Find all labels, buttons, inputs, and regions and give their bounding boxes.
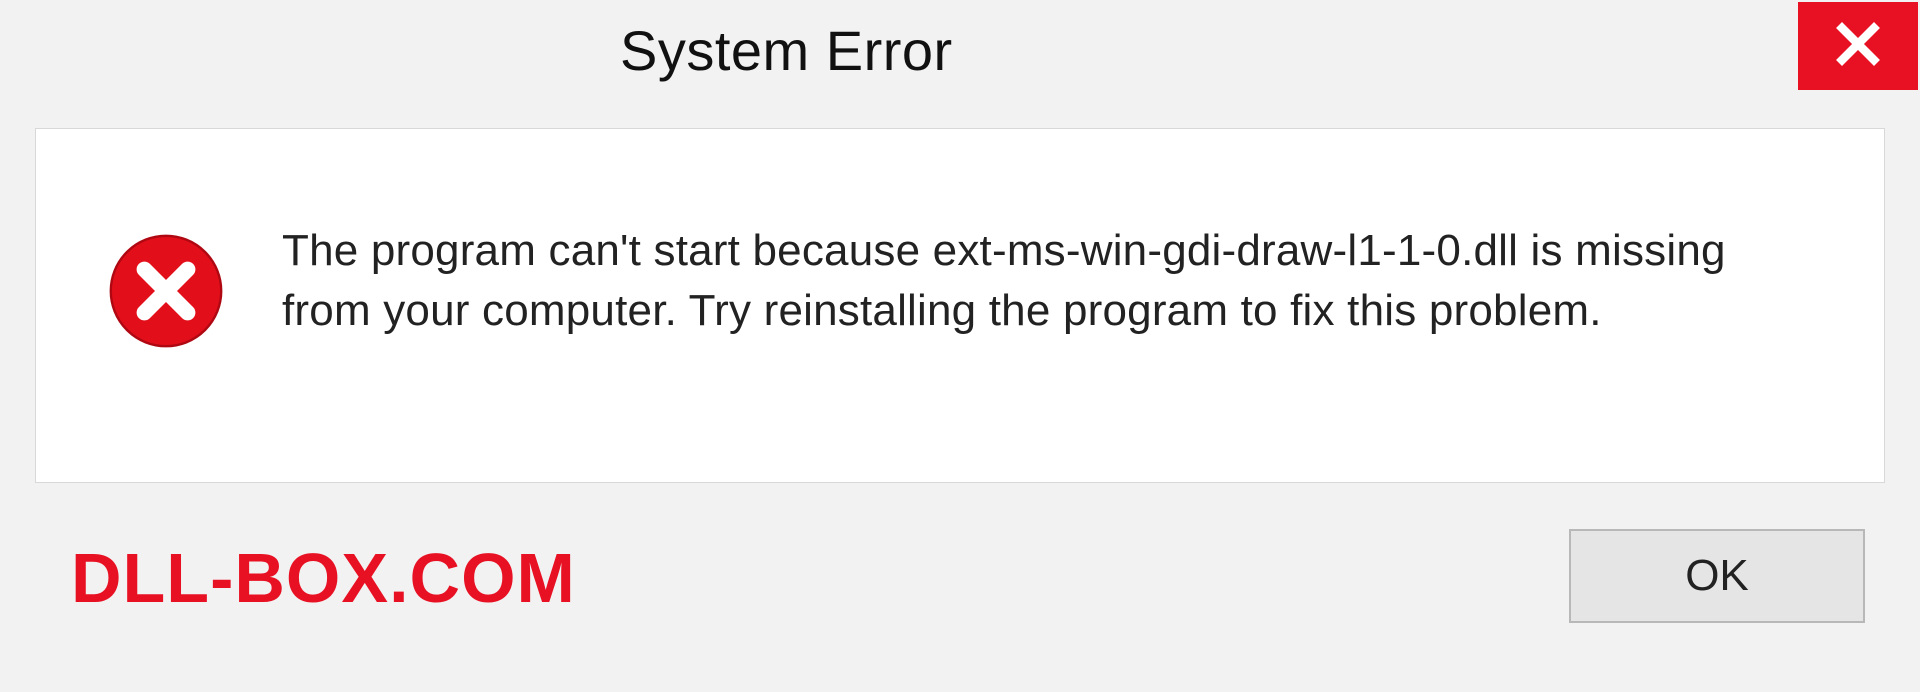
error-message: The program can't start because ext-ms-w… [282,221,1824,340]
dialog-title: System Error [0,0,953,83]
watermark-text: DLL-BOX.COM [71,538,576,618]
close-button[interactable] [1798,2,1918,90]
titlebar: System Error [0,0,1920,100]
close-icon [1834,20,1882,73]
message-panel: The program can't start because ext-ms-w… [35,128,1885,483]
error-dialog: System Error The program can't start bec… [0,0,1920,692]
error-icon [106,231,226,351]
dialog-footer: DLL-BOX.COM OK [35,523,1865,623]
ok-button[interactable]: OK [1569,529,1865,623]
